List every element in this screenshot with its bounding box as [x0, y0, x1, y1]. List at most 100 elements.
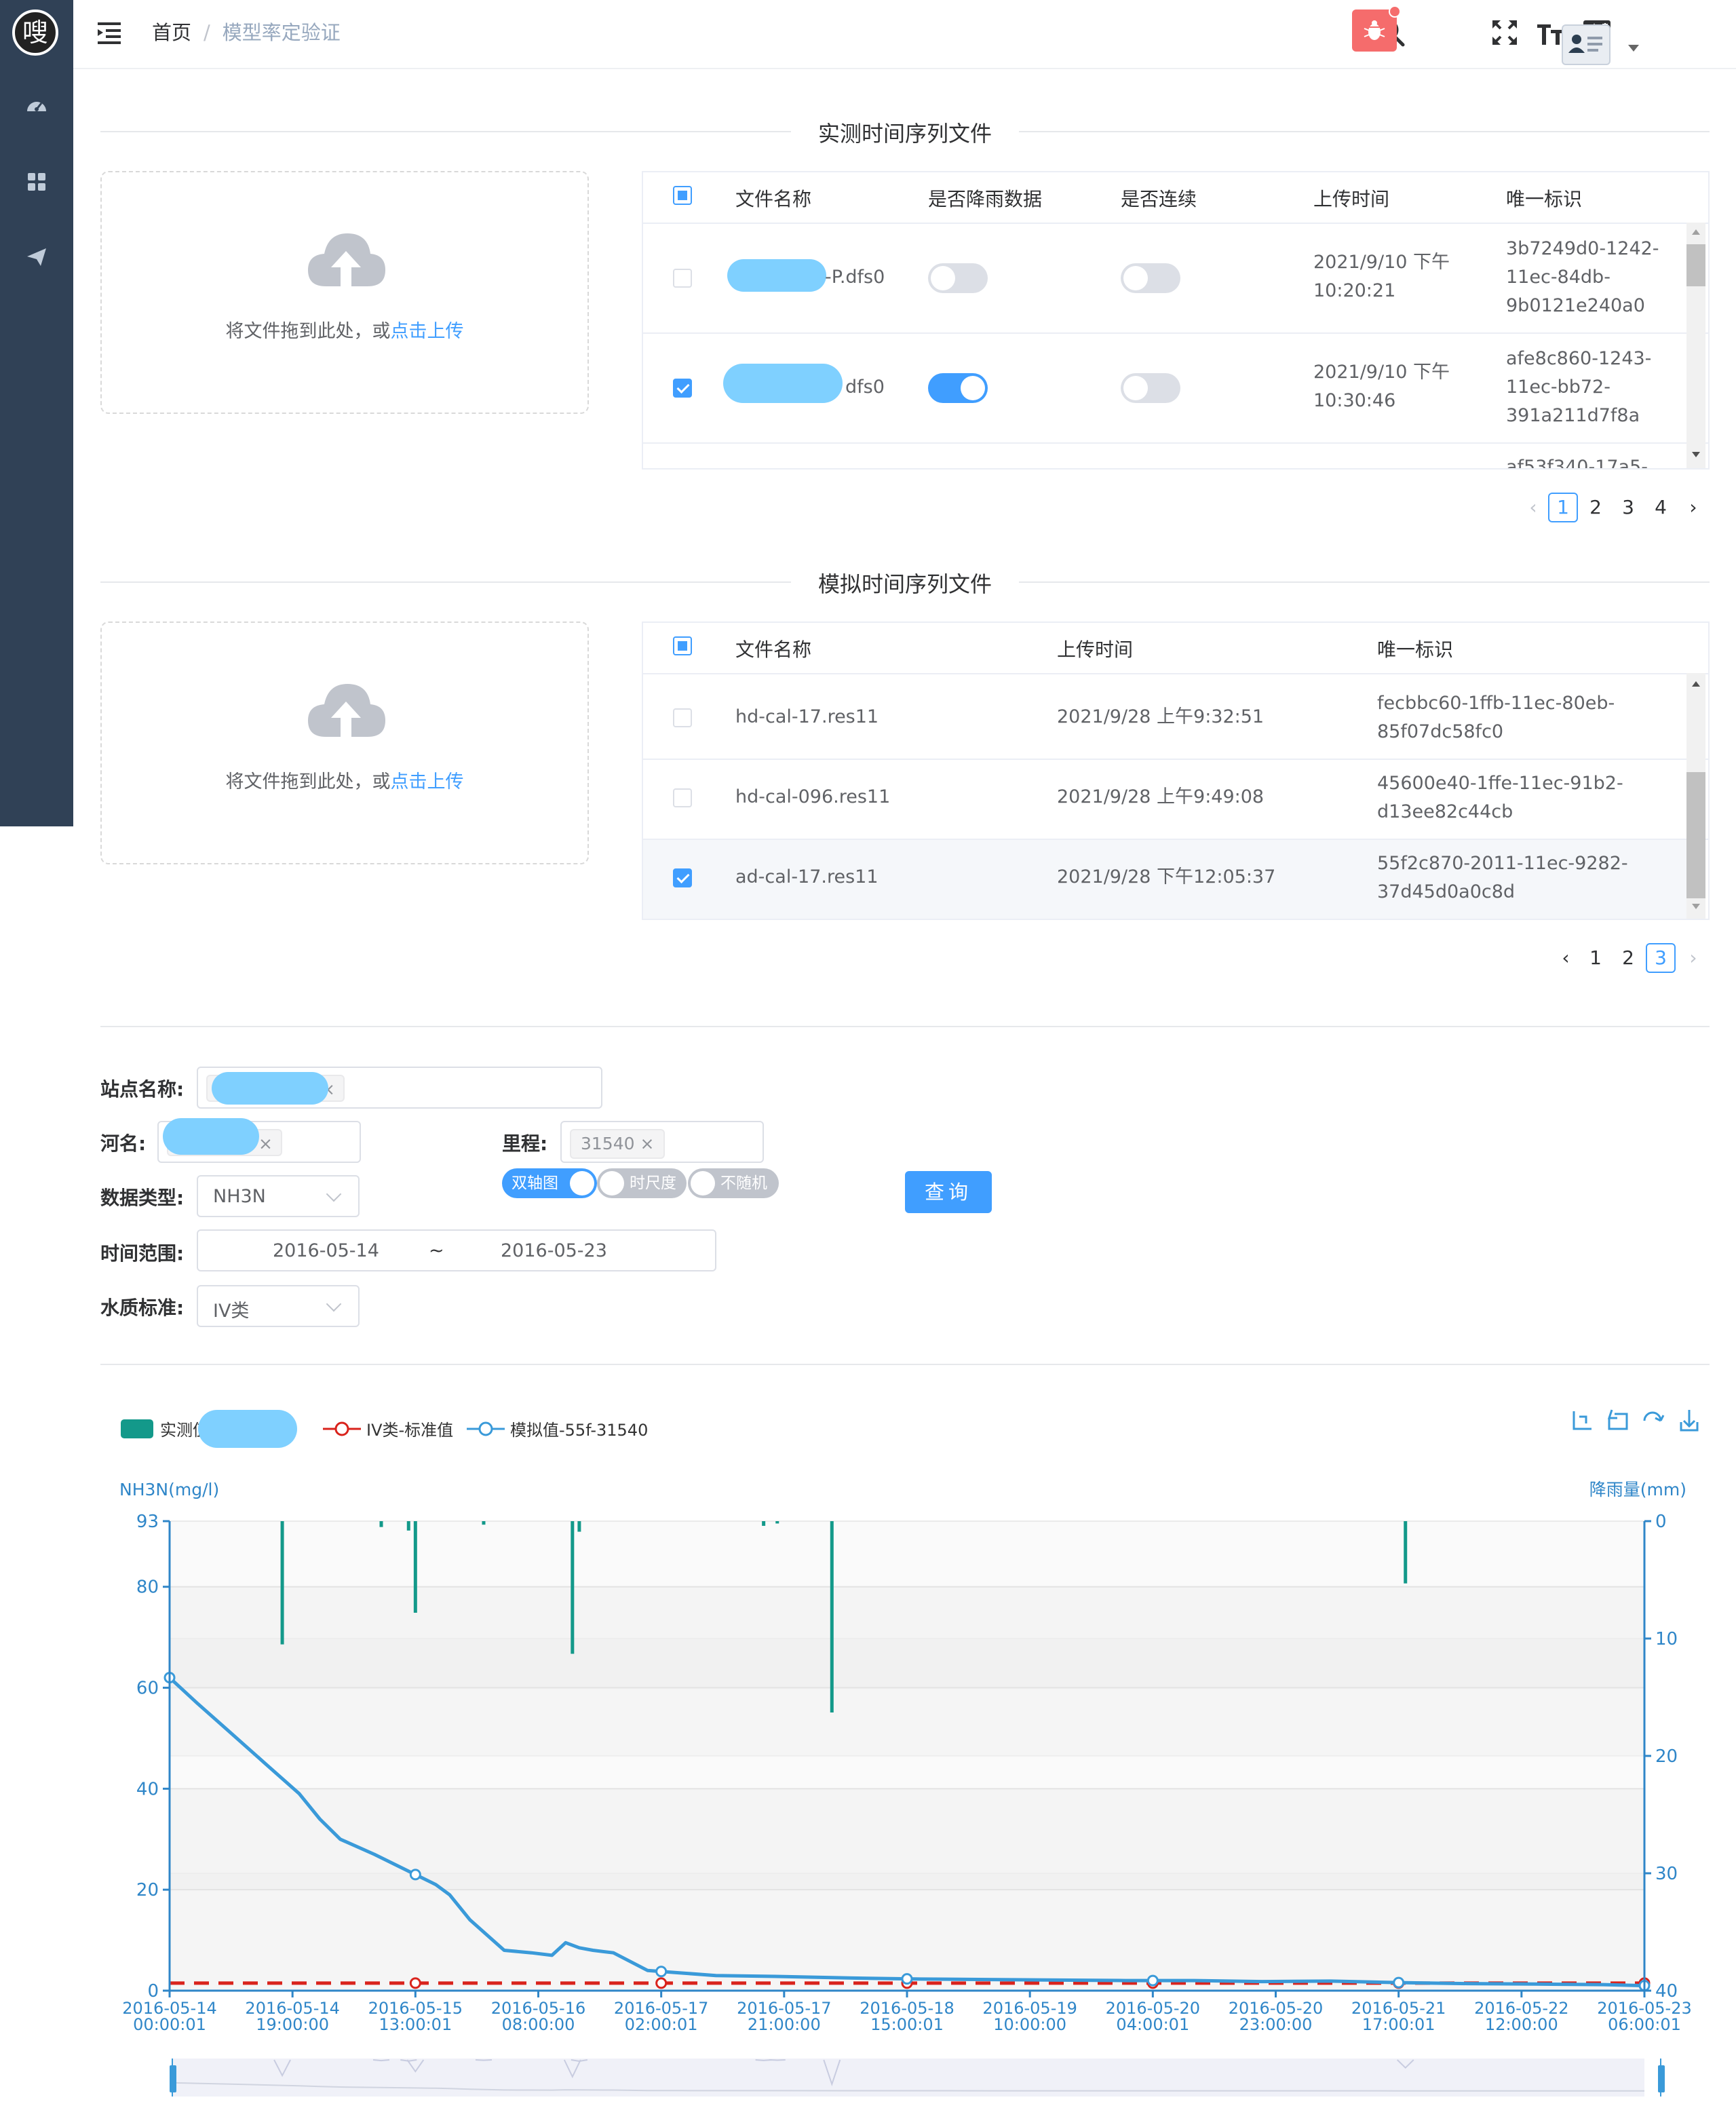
- split-area-right: [170, 1521, 1644, 1639]
- simulated-point: [409, 1869, 421, 1881]
- chart-toolbox[interactable]: [1573, 1409, 1699, 1432]
- page-button[interactable]: 3: [1646, 943, 1676, 973]
- date-range-picker[interactable]: 2016-05-14 ~ 2016-05-23: [197, 1229, 716, 1271]
- x-tick-label: 23:00:00: [1239, 2015, 1313, 2034]
- app-logo[interactable]: 嗖: [12, 9, 58, 56]
- datatype-select[interactable]: NH3N: [197, 1175, 360, 1217]
- page-button[interactable]: 1: [1548, 493, 1578, 522]
- column-header: 唯一标识: [1377, 638, 1454, 661]
- breadcrumb-separator: /: [204, 21, 210, 44]
- page-button[interactable]: 3: [1613, 493, 1643, 522]
- page-button[interactable]: 2: [1613, 943, 1643, 973]
- simulated-row-upload-time: 2021/9/28 下午12:05:37: [1057, 866, 1276, 887]
- scroll-up-icon[interactable]: [1691, 228, 1701, 236]
- simulated-row-checkbox[interactable]: [673, 788, 692, 807]
- prev-page-button[interactable]: ‹: [1518, 493, 1548, 522]
- page-button[interactable]: 2: [1581, 493, 1610, 522]
- measured-row-continuous-switch[interactable]: [1121, 263, 1180, 293]
- query-button[interactable]: 查询: [905, 1171, 992, 1213]
- simulated-row-filename: hd-cal-17.res11: [735, 706, 879, 727]
- user-avatar[interactable]: [1562, 24, 1610, 65]
- rain-bars: [280, 1521, 1408, 1712]
- measured-row-rain-switch[interactable]: [928, 373, 988, 403]
- grid-icon[interactable]: [23, 168, 50, 195]
- scroll-down-icon[interactable]: [1691, 451, 1701, 459]
- timescale-switch[interactable]: 时尺度: [597, 1168, 687, 1198]
- timerange-label: 时间范围:: [100, 1242, 185, 1265]
- page-button[interactable]: 1: [1581, 943, 1610, 973]
- x-tick-label: 13:00:01: [379, 2015, 452, 2034]
- filters-divider: [100, 1026, 1710, 1027]
- send-icon[interactable]: [23, 243, 50, 270]
- x-tick-label: 00:00:01: [133, 2015, 206, 2034]
- standard-line: [170, 1977, 1651, 1989]
- column-header: 上传时间: [1057, 638, 1134, 661]
- x-tick-label: 10:00:00: [993, 2015, 1066, 2034]
- tag-close-icon[interactable]: ×: [640, 1134, 654, 1153]
- simulated-row-checkbox[interactable]: [673, 708, 692, 727]
- mileage-label: 里程:: [502, 1132, 548, 1155]
- scroll-down-icon[interactable]: [1691, 902, 1701, 911]
- simulated-point: [901, 1973, 913, 1985]
- mileage-select[interactable]: 31540 ×: [560, 1121, 764, 1163]
- measured-row-checkbox[interactable]: [673, 269, 692, 288]
- dual-axis-switch[interactable]: 双轴图: [502, 1168, 597, 1198]
- tag-close-icon[interactable]: ×: [258, 1130, 273, 1157]
- standard-value: IV类: [213, 1301, 250, 1322]
- user-menu-caret-icon[interactable]: [1628, 45, 1639, 52]
- next-page-button[interactable]: ›: [1678, 493, 1708, 522]
- split-area: [170, 1687, 1644, 1789]
- prev-page-button[interactable]: ‹: [1551, 943, 1581, 973]
- page-button[interactable]: 4: [1646, 493, 1676, 522]
- fullscreen-icon[interactable]: [1488, 16, 1521, 49]
- measured-row-id: 3b7249d0-1242-: [1506, 238, 1659, 259]
- random-switch[interactable]: 不随机: [688, 1168, 779, 1198]
- measured-select-all-checkbox[interactable]: [673, 186, 692, 205]
- river-select[interactable]: _ ×: [157, 1118, 361, 1163]
- simulated-upload-link[interactable]: 点击上传: [391, 771, 464, 792]
- station-select[interactable]: ×: [197, 1067, 602, 1109]
- standard-point: [901, 1977, 913, 1989]
- simulated-row-id: 55f2c870-2011-11ec-9282-: [1377, 853, 1628, 874]
- error-log-button[interactable]: [1352, 5, 1401, 52]
- simulated-row-filename: ad-cal-17.res11: [735, 866, 879, 887]
- chart-legend[interactable]: 实测值-P IV类-标准值 模拟值-55f-31540: [121, 1410, 648, 1448]
- simulated-upload-dropzone[interactable]: 将文件拖到此处，或点击上传: [100, 621, 589, 864]
- dashboard-icon[interactable]: [23, 92, 50, 119]
- measured-upload-dropzone[interactable]: 将文件拖到此处，或点击上传: [100, 171, 589, 414]
- upload-hint-text: 将文件拖到此处，或: [225, 771, 391, 792]
- simulated-row-checkbox[interactable]: [673, 868, 692, 887]
- dual-axis-switch-label: 双轴图: [512, 1174, 558, 1192]
- measured-file-table: 文件名称 是否降雨数据 是否连续 上传时间 唯一标识 -P.dfs0 2021/…: [642, 171, 1710, 470]
- y-tick-label: 93: [136, 1512, 159, 1532]
- download-icon: [1680, 1410, 1699, 1432]
- measured-row-rain-switch[interactable]: [928, 263, 988, 293]
- measured-row-continuous-switch[interactable]: [1121, 373, 1180, 403]
- measured-upload-link[interactable]: 点击上传: [391, 321, 464, 342]
- measured-scroll-thumb[interactable]: [1686, 244, 1705, 286]
- measured-row-checkbox[interactable]: [673, 379, 692, 398]
- x-tick-label: 2016-05-16: [491, 1999, 585, 2018]
- split-area: [170, 1586, 1644, 1688]
- scroll-up-icon[interactable]: [1691, 680, 1701, 688]
- timescale-switch-label: 时尺度: [630, 1174, 676, 1192]
- standard-select[interactable]: IV类: [197, 1285, 360, 1327]
- data-zoom-slider[interactable]: [169, 2059, 1665, 2097]
- y-axis-title: NH3N(mg/l): [119, 1480, 219, 1499]
- hamburger-icon[interactable]: [96, 20, 123, 45]
- redacted-filename: [727, 259, 826, 292]
- header-divider: [643, 223, 1708, 224]
- legend-label: 实测值-P: [160, 1421, 225, 1440]
- header-divider: [643, 673, 1708, 674]
- random-switch-label: 不随机: [720, 1174, 767, 1192]
- simulated-scroll-thumb[interactable]: [1686, 772, 1705, 898]
- date-end[interactable]: 2016-05-23: [501, 1240, 607, 1261]
- next-page-button[interactable]: ›: [1678, 943, 1708, 973]
- x-tick-label: 06:00:01: [1608, 2015, 1681, 2034]
- x-tick-label: 02:00:01: [625, 2015, 698, 2034]
- breadcrumb-home[interactable]: 首页: [152, 21, 191, 44]
- date-start[interactable]: 2016-05-14: [273, 1240, 379, 1261]
- redacted-filename: [723, 364, 843, 403]
- x-tick-label: 2016-05-19: [982, 1999, 1077, 2018]
- simulated-select-all-checkbox[interactable]: [673, 636, 692, 655]
